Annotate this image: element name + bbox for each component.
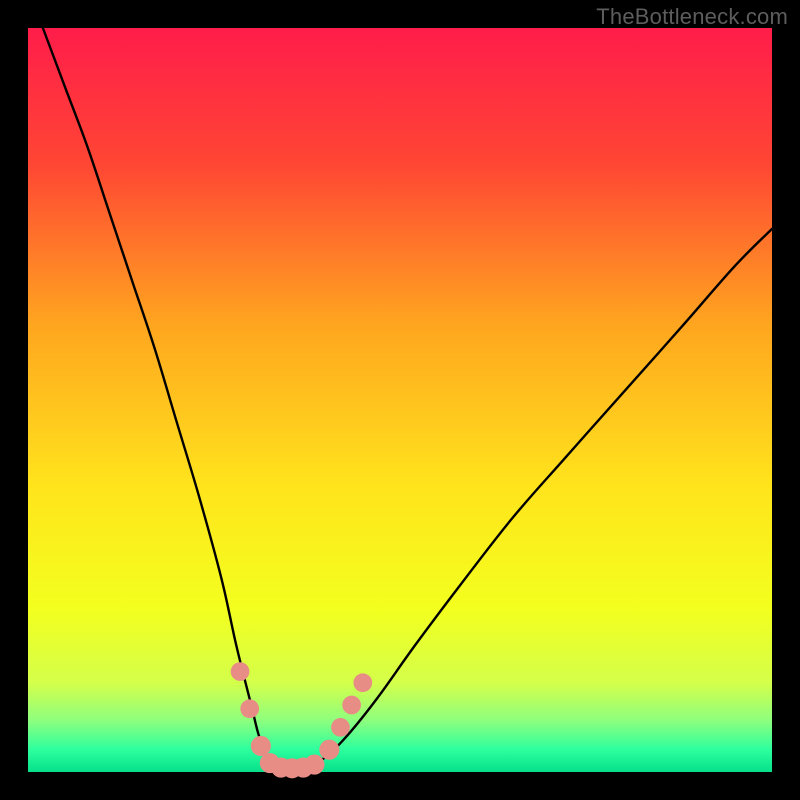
marker-dot (240, 699, 259, 718)
marker-dot (319, 740, 339, 760)
plot-background (28, 28, 772, 772)
marker-dot (304, 755, 324, 775)
bottleneck-chart (0, 0, 800, 800)
watermark-text: TheBottleneck.com (596, 4, 788, 30)
marker-dot (353, 673, 372, 692)
marker-dot (251, 736, 271, 756)
chart-stage: TheBottleneck.com (0, 0, 800, 800)
marker-dot (342, 696, 361, 715)
marker-dot (231, 662, 250, 681)
marker-dot (331, 718, 350, 737)
